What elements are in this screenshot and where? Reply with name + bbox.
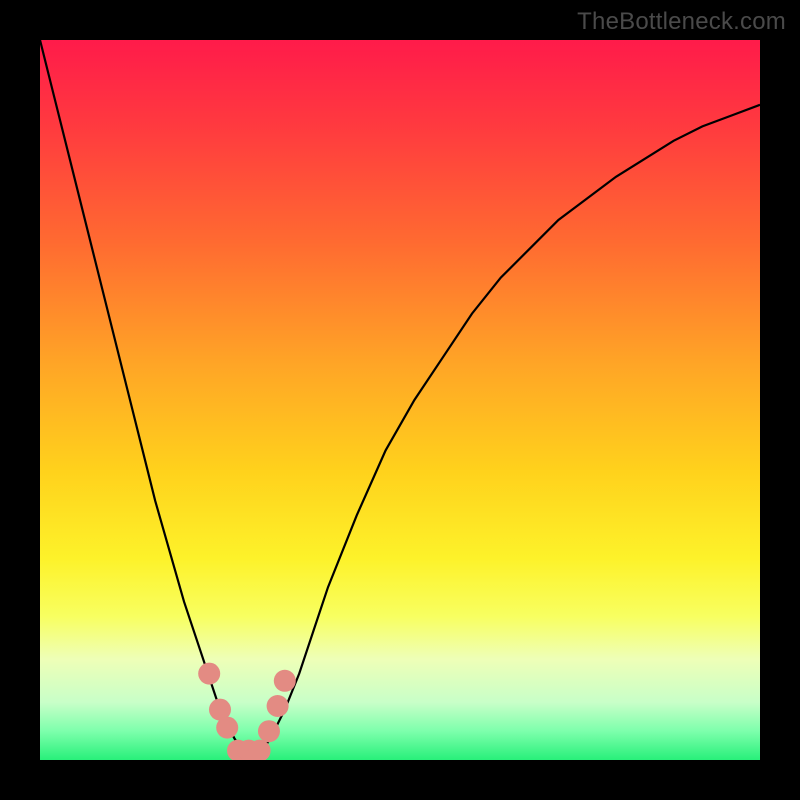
marker-dot (274, 670, 296, 692)
gradient-background (40, 40, 760, 760)
plot-area (40, 40, 760, 760)
marker-dot (216, 717, 238, 739)
marker-dot (198, 663, 220, 685)
attribution-label: TheBottleneck.com (577, 8, 786, 36)
marker-dot (258, 720, 280, 742)
bottleneck-chart (40, 40, 760, 760)
marker-dot (267, 695, 289, 717)
chart-frame: TheBottleneck.com (0, 0, 800, 800)
